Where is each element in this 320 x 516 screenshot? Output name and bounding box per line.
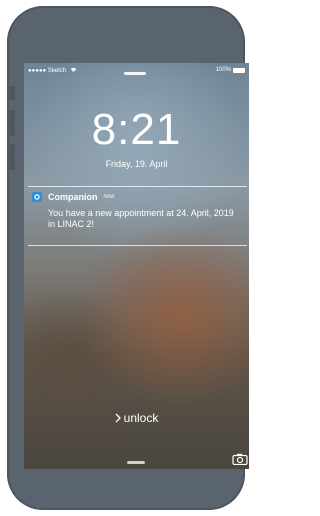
bottom-handle[interactable] [127, 461, 145, 464]
clock-time: 8:21 [91, 105, 182, 154]
notification-header: Companion now [32, 191, 243, 203]
top-handle[interactable] [124, 72, 146, 75]
wifi-icon [70, 67, 77, 72]
notification-app-name: Companion [48, 192, 98, 202]
volume-button [9, 144, 15, 170]
clock-date: Friday, 19. April [105, 159, 168, 169]
notification-top-divider [28, 186, 247, 187]
companion-app-icon [32, 192, 42, 202]
lock-screen: ●●●●● Sketch 100% 8:21 Friday, 19. April… [24, 63, 249, 469]
camera-icon[interactable] [232, 453, 248, 465]
volume-button [9, 110, 15, 136]
status-left: ●●●●● Sketch [28, 67, 77, 74]
unlock-slider[interactable]: unlock [24, 411, 249, 425]
battery-percent: 100% [215, 67, 231, 73]
carrier-label: ●●●●● Sketch [28, 68, 67, 74]
notification-bottom-divider [28, 245, 247, 246]
unlock-label: unlock [123, 411, 159, 425]
chevron-right-icon [115, 413, 121, 423]
notification-message: You have a new appointment at 24. April,… [48, 208, 234, 229]
volume-button [9, 86, 15, 100]
battery-icon [233, 67, 245, 73]
notification-timestamp: now [103, 194, 115, 200]
notification-card[interactable]: Companion now You have a new appointment… [32, 191, 243, 230]
status-right: 100% [216, 67, 245, 73]
